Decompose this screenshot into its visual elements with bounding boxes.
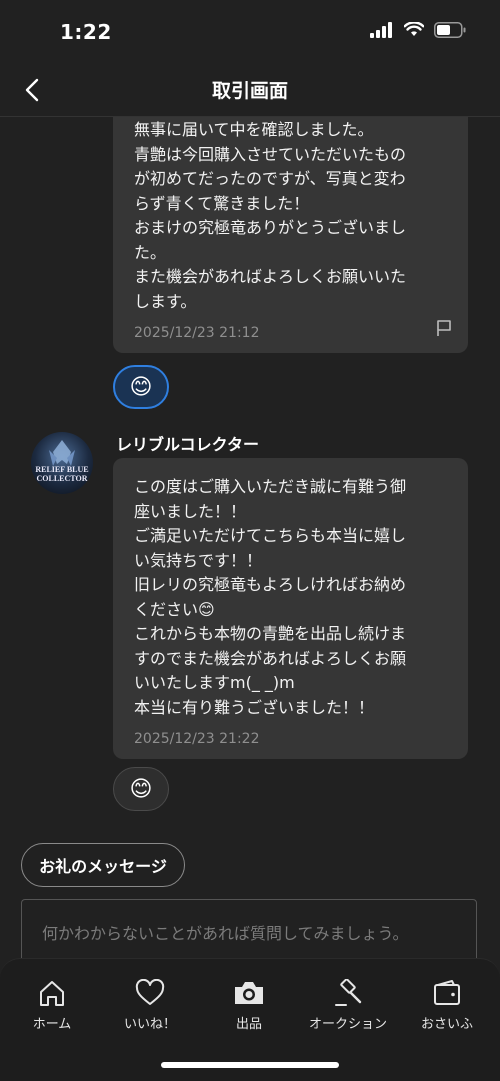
message-bubble-seller: この度はご購入いただき誠に有難う御 座いました！！ ご満足いただけてこちらも本当…	[113, 458, 468, 759]
tab-label: いいね！	[123, 1017, 176, 1032]
message-text: 無事に届いて中を確認しました。 青艶は今回購入させていただいたもの が初めてだっ…	[134, 120, 407, 311]
tab-auction[interactable]: オークション	[298, 979, 398, 1032]
smile-emoji: 😊	[129, 776, 153, 802]
avatar-logo-text: RELIEF BLUE COLLECTOR	[35, 465, 89, 483]
status-icons	[370, 22, 466, 38]
message-text: この度はご購入いただき誠に有難う御 座いました！！ ご満足いただけてこちらも本当…	[134, 477, 407, 717]
camera-icon	[235, 982, 263, 1004]
smile-emoji: 😊	[129, 374, 153, 400]
dragon-emblem-icon	[49, 440, 75, 466]
message-timestamp: 2025/12/23 21:12	[134, 325, 260, 341]
wifi-icon	[404, 22, 424, 36]
seller-avatar[interactable]: RELIEF BLUE COLLECTOR	[31, 432, 93, 494]
message-timestamp: 2025/12/23 21:22	[134, 731, 260, 747]
seller-name[interactable]: レリブルコレクター	[116, 431, 259, 455]
message-input[interactable]: 何かわからないことがあれば質問してみましょう。	[21, 899, 477, 960]
home-indicator[interactable]	[161, 1062, 339, 1068]
gavel-icon	[335, 979, 362, 1006]
message-bubble-buyer: 無事に届いて中を確認しました。 青艶は今回購入させていただいたもの が初めてだっ…	[113, 117, 468, 353]
tab-wallet[interactable]: おさいふ	[397, 979, 497, 1032]
tab-sell[interactable]: 出品	[199, 979, 299, 1032]
reaction-button-seller[interactable]: 😊	[113, 767, 169, 811]
heart-icon	[135, 979, 165, 1005]
reaction-button-buyer[interactable]: 😊	[113, 365, 169, 409]
wallet-icon	[434, 980, 460, 1005]
status-time: 1:22	[60, 20, 112, 44]
status-bar: 1:22	[0, 0, 500, 64]
chat-thread[interactable]: 無事に届いて中を確認しました。 青艶は今回購入させていただいたもの が初めてだっ…	[0, 117, 500, 960]
page-title: 取引画面	[211, 80, 288, 102]
report-flag-icon[interactable]	[436, 319, 452, 337]
signal-icon	[370, 22, 392, 38]
message-input-placeholder: 何かわからないことがあれば質問してみましょう。	[42, 924, 409, 943]
home-icon	[40, 981, 64, 1006]
tab-likes[interactable]: いいね！	[100, 979, 200, 1032]
tab-home[interactable]: ホーム	[2, 979, 102, 1032]
battery-icon	[434, 22, 466, 38]
header: 取引画面	[0, 64, 500, 117]
tab-label: 出品	[235, 1017, 262, 1032]
tab-label: オークション	[308, 1017, 387, 1032]
thanks-message-button[interactable]: お礼のメッセージ	[21, 843, 185, 887]
tab-label: ホーム	[32, 1017, 72, 1032]
tab-label: おさいふ	[420, 1017, 473, 1032]
